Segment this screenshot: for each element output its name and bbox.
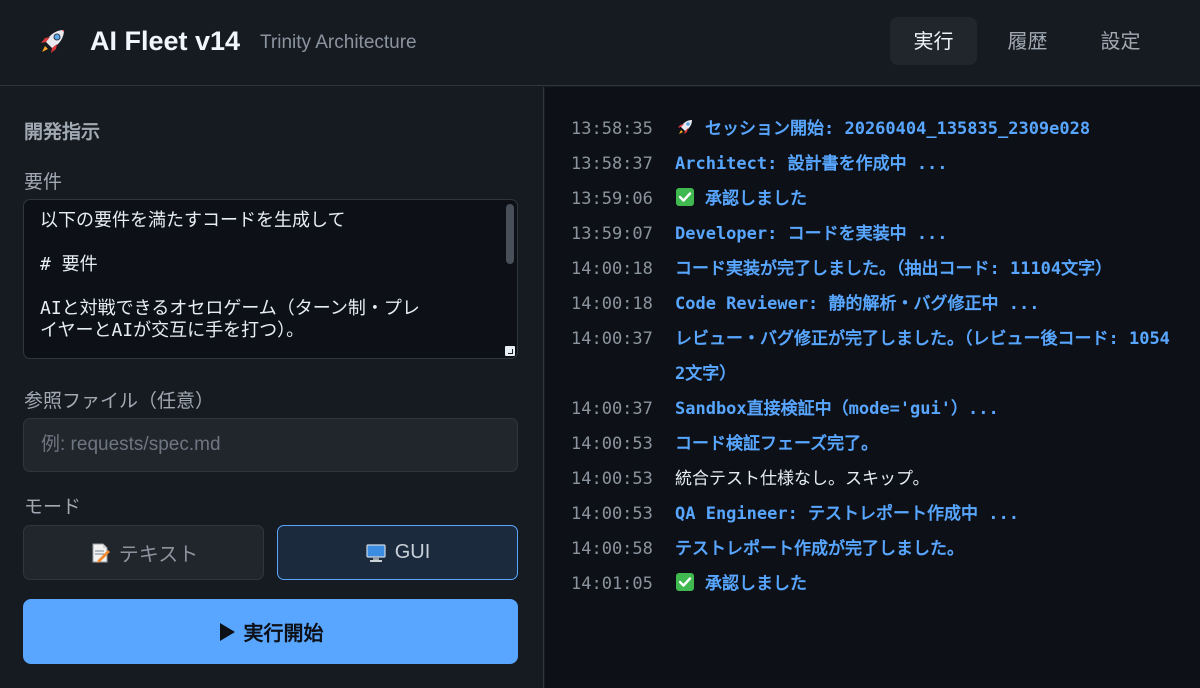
- log-row: 13:59:07 Developer: コードを実装中 ...: [571, 217, 1171, 252]
- log-text: 統合テスト仕様なし。スキップ。: [675, 469, 930, 489]
- rocket-icon: [41, 30, 64, 53]
- requirements-line: 以下の要件を満たすコードを生成して: [40, 210, 346, 231]
- log-text: 承認しました: [705, 574, 807, 594]
- log-list: 13:58:35 セッション開始: 20260404_135835_2309e02…: [571, 112, 1171, 602]
- run-start-label: 実行開始: [243, 621, 324, 645]
- log-text: テストレポート作成が完了しました。: [675, 539, 964, 559]
- mode-gui-label: GUI: [394, 541, 431, 563]
- requirements-line: イヤーとAIが交互に手を打つ）。: [40, 320, 305, 341]
- log-message: セッション開始: 20260404_135835_2309e028: [675, 112, 1171, 147]
- log-timestamp: 13:58:35: [571, 119, 653, 139]
- log-panel: 13:58:35 セッション開始: 20260404_135835_2309e02…: [545, 87, 1200, 688]
- log-message: Architect: 設計書を作成中 ...: [675, 147, 1171, 182]
- reference-file-input[interactable]: [23, 418, 518, 472]
- log-row: 14:00:37 Sandbox直接検証中（mode='gui'）...: [571, 392, 1171, 427]
- mode-gui-button[interactable]: GUI: [277, 525, 518, 580]
- requirements-line: AIと対戦できるオセロゲーム（ターン制・プレ: [40, 298, 420, 319]
- mode-text-label: テキスト: [118, 544, 199, 566]
- log-timestamp: 14:00:18: [571, 294, 653, 314]
- rocket-icon: [675, 115, 695, 135]
- log-timestamp: 14:00:53: [571, 469, 653, 489]
- mode-text-button[interactable]: テキスト: [23, 525, 264, 580]
- check-icon: [675, 185, 695, 206]
- log-text: コード検証フェーズ完了。: [675, 434, 879, 454]
- app-subtitle: Trinity Architecture: [260, 32, 417, 53]
- log-timestamp: 14:00:53: [571, 434, 653, 454]
- log-row: 14:00:53 コード検証フェーズ完了。: [571, 427, 1171, 462]
- log-text: QA Engineer: テストレポート作成中 ...: [675, 504, 1019, 524]
- run-start-button[interactable]: 実行開始: [23, 599, 518, 664]
- log-timestamp: 14:00:53: [571, 504, 653, 524]
- log-text: セッション開始: 20260404_135835_2309e028: [705, 119, 1091, 139]
- log-row: 13:58:35 セッション開始: 20260404_135835_2309e02…: [571, 112, 1171, 147]
- textarea-scrollbar[interactable]: [506, 204, 514, 264]
- log-timestamp: 14:01:05: [571, 574, 653, 594]
- log-message: Code Reviewer: 静的解析・バグ修正中 ...: [675, 287, 1171, 322]
- log-text: レビュー・バグ修正が完了しました。（レビュー後コード: 10542文字）: [675, 329, 1170, 384]
- check-icon: [675, 570, 695, 591]
- log-row: 14:00:18 コード実装が完了しました。（抽出コード: 11104文字）: [571, 252, 1171, 287]
- log-row: 14:00:37 レビュー・バグ修正が完了しました。（レビュー後コード: 1054…: [571, 322, 1171, 392]
- log-message: レビュー・バグ修正が完了しました。（レビュー後コード: 10542文字）: [675, 322, 1171, 392]
- log-timestamp: 13:59:06: [571, 189, 653, 209]
- monitor-icon: [366, 543, 386, 562]
- log-message: Sandbox直接検証中（mode='gui'）...: [675, 392, 1171, 427]
- log-text: コード実装が完了しました。（抽出コード: 11104文字）: [675, 259, 1113, 279]
- app-title: AI Fleet v14: [90, 26, 241, 56]
- log-timestamp: 14:00:37: [571, 329, 653, 349]
- instruction-panel: 開発指示 要件 以下の要件を満たすコードを生成して # 要件 AIと対戦できるオ…: [0, 87, 544, 688]
- log-message: コード検証フェーズ完了。: [675, 427, 1171, 462]
- log-message: 承認しました: [675, 182, 1171, 217]
- log-message: 統合テスト仕様なし。スキップ。: [675, 462, 1171, 497]
- app-header: AI Fleet v14 Trinity Architecture 実行 履歴 …: [0, 0, 1200, 86]
- log-text: 承認しました: [705, 189, 807, 209]
- log-timestamp: 13:58:37: [571, 154, 653, 174]
- log-row: 14:00:53 統合テスト仕様なし。スキップ。: [571, 462, 1171, 497]
- tab-settings[interactable]: 設定: [1077, 17, 1164, 65]
- log-message: コード実装が完了しました。（抽出コード: 11104文字）: [675, 252, 1171, 287]
- log-message: 承認しました: [675, 567, 1171, 602]
- log-message: Developer: コードを実装中 ...: [675, 217, 1171, 252]
- log-text: Architect: 設計書を作成中 ...: [675, 154, 948, 174]
- section-title: 開発指示: [24, 121, 101, 143]
- requirements-line: # 要件: [40, 254, 98, 275]
- requirements-textarea[interactable]: 以下の要件を満たすコードを生成して # 要件 AIと対戦できるオセロゲーム（ター…: [23, 199, 518, 359]
- log-row: 14:00:58 テストレポート作成が完了しました。: [571, 532, 1171, 567]
- tab-history[interactable]: 履歴: [984, 17, 1071, 65]
- log-text: Sandbox直接検証中（mode='gui'）...: [675, 399, 999, 419]
- play-icon: [219, 622, 235, 641]
- log-row: 13:59:06 承認しました: [571, 182, 1171, 217]
- log-row: 14:01:05 承認しました: [571, 567, 1171, 602]
- mode-label: モード: [24, 496, 82, 518]
- log-timestamp: 14:00:18: [571, 259, 653, 279]
- log-row: 14:00:53 QA Engineer: テストレポート作成中 ...: [571, 497, 1171, 532]
- log-timestamp: 14:00:58: [571, 539, 653, 559]
- log-message: テストレポート作成が完了しました。: [675, 532, 1171, 567]
- log-message: QA Engineer: テストレポート作成中 ...: [675, 497, 1171, 532]
- memo-icon: [92, 543, 110, 563]
- log-timestamp: 13:59:07: [571, 224, 653, 244]
- reference-file-label: 参照ファイル（任意）: [24, 390, 215, 412]
- log-row: 13:58:37 Architect: 設計書を作成中 ...: [571, 147, 1171, 182]
- tab-run[interactable]: 実行: [890, 17, 977, 65]
- log-timestamp: 14:00:37: [571, 399, 653, 419]
- log-text: Code Reviewer: 静的解析・バグ修正中 ...: [675, 294, 1040, 314]
- resize-handle-icon[interactable]: [505, 346, 515, 356]
- requirements-label: 要件: [24, 171, 63, 193]
- log-row: 14:00:18 Code Reviewer: 静的解析・バグ修正中 ...: [571, 287, 1171, 322]
- log-text: Developer: コードを実装中 ...: [675, 224, 948, 244]
